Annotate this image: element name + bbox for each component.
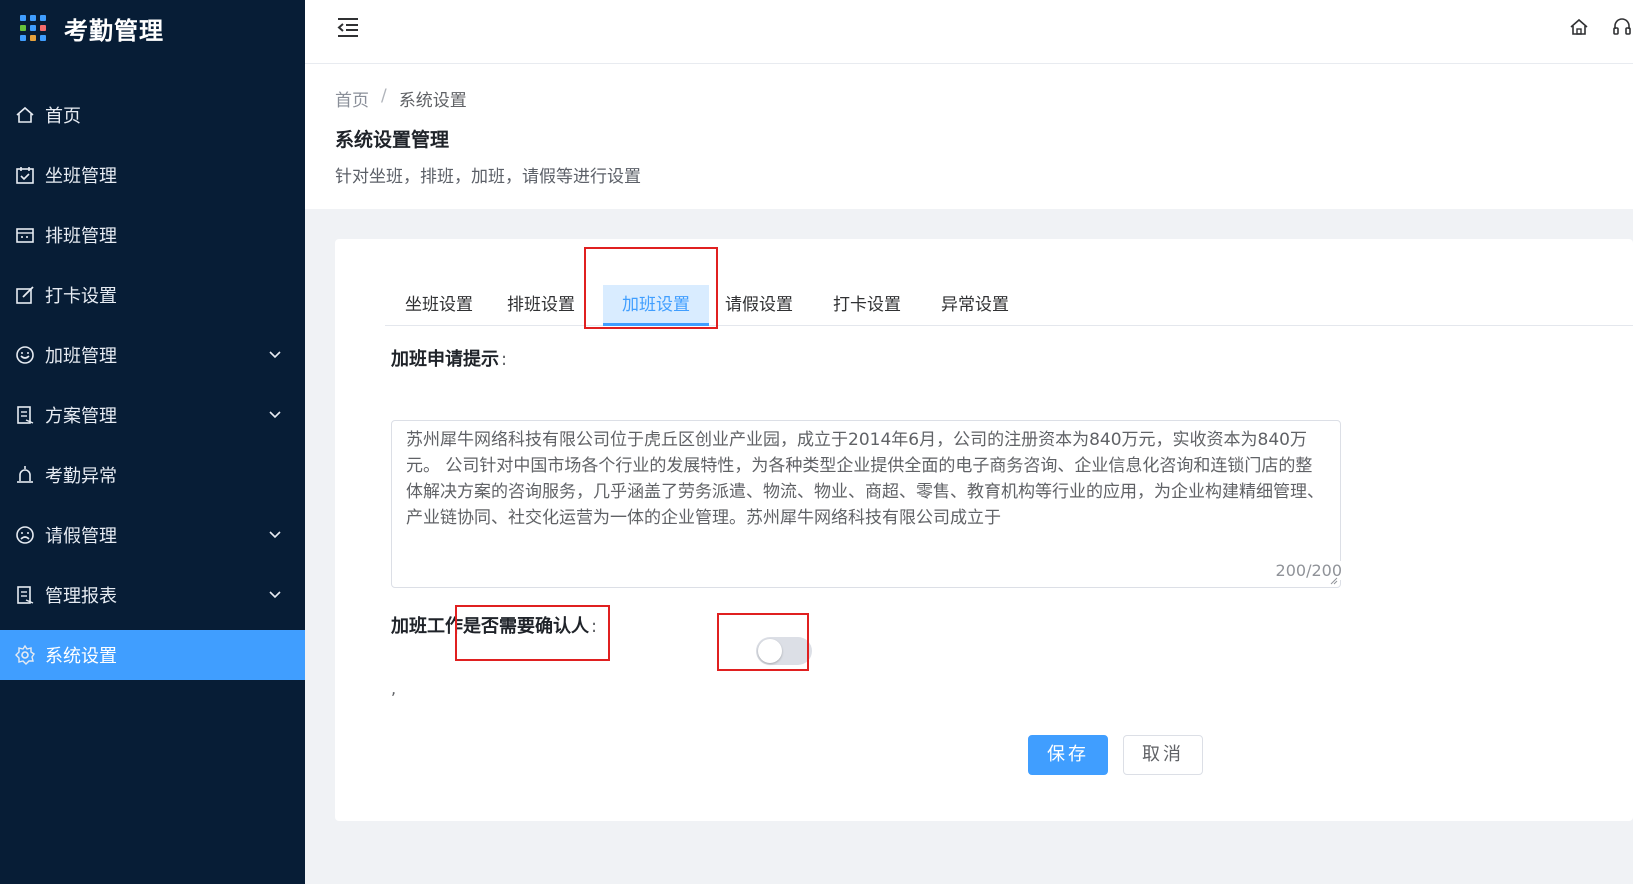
sidebar-item-label: 请假管理 [45, 526, 117, 547]
calendar-icon [16, 228, 34, 243]
chevron-down-icon[interactable] [267, 527, 283, 543]
sidebar-item-label: 考勤异常 [45, 466, 117, 487]
sidebar-item-label: 坐班管理 [45, 166, 117, 187]
highlight-box-overtime-tab [584, 247, 718, 329]
home-icon [16, 106, 34, 123]
sidebar-item[interactable]: 管理报表 [0, 570, 305, 620]
breadcrumb-current: 系统设置 [398, 91, 467, 111]
label-colon: : [501, 349, 508, 370]
tab-schedule-settings[interactable]: 排班设置 [495, 285, 587, 326]
menu-fold-icon[interactable] [335, 14, 361, 40]
highlight-box-confirm-label [455, 605, 610, 661]
tab-punch-settings[interactable]: 打卡设置 [813, 285, 921, 326]
app-title: 考勤管理 [64, 16, 164, 45]
logo-dot [40, 15, 46, 21]
sidebar-item[interactable]: 坐班管理 [0, 150, 305, 200]
sidebar-item[interactable]: 请假管理 [0, 510, 305, 560]
highlight-box-toggle [717, 613, 809, 671]
sidebar: 考勤管理 首页坐班管理排班管理打卡设置加班管理方案管理考勤异常请假管理管理报表系… [0, 0, 305, 884]
settings-tabs: 坐班设置 排班设置 加班设置 请假设置 打卡设置 异常设置 [385, 264, 1633, 326]
sidebar-item[interactable]: 首页 [0, 90, 305, 140]
sidebar-menu: 首页坐班管理排班管理打卡设置加班管理方案管理考勤异常请假管理管理报表系统设置 [0, 90, 305, 690]
chevron-down-icon[interactable] [267, 407, 283, 423]
textarea-content: 苏州犀牛网络科技有限公司位于虎丘区创业产业园，成立于2014年6月，公司的注册资… [406, 430, 1324, 528]
page-title: 系统设置管理 [335, 129, 450, 151]
breadcrumb-home-link[interactable]: 首页 [335, 86, 369, 111]
page-header: 首页 / 系统设置 系统设置管理 针对坐班，排班，加班，请假等进行设置 [305, 64, 1633, 209]
sidebar-item-label: 加班管理 [45, 346, 117, 367]
logo-dot [30, 35, 36, 41]
logo-dot [20, 35, 26, 41]
app-logo[interactable]: 考勤管理 [20, 8, 164, 48]
sidebar-item-label: 打卡设置 [45, 286, 117, 307]
logo-dot [20, 15, 26, 21]
overtime-tip-textarea[interactable]: 苏州犀牛网络科技有限公司位于虎丘区创业产业园，成立于2014年6月，公司的注册资… [391, 420, 1342, 588]
chevron-down-icon[interactable] [267, 347, 283, 363]
home-icon[interactable] [1568, 16, 1590, 38]
logo-dot [40, 25, 46, 31]
sad-face-icon [16, 526, 34, 544]
sidebar-item[interactable]: 加班管理 [0, 330, 305, 380]
tab-exception-settings[interactable]: 异常设置 [921, 285, 1029, 326]
sidebar-item[interactable]: 方案管理 [0, 390, 305, 440]
tab-sit-settings[interactable]: 坐班设置 [385, 285, 493, 326]
edit-icon [16, 286, 34, 304]
sidebar-item-label: 首页 [45, 106, 81, 127]
chevron-down-icon[interactable] [267, 587, 283, 603]
sidebar-item[interactable]: 打卡设置 [0, 270, 305, 320]
sidebar-item[interactable]: 排班管理 [0, 210, 305, 260]
page-description: 针对坐班，排班，加班，请假等进行设置 [335, 167, 641, 187]
settings-card: 坐班设置 排班设置 加班设置 请假设置 打卡设置 异常设置 加班申请提示: 苏州… [335, 239, 1633, 821]
breadcrumb-separator: / [381, 86, 387, 106]
document-icon [17, 406, 34, 424]
save-button[interactable]: 保存 [1028, 735, 1108, 775]
sidebar-item[interactable]: 考勤异常 [0, 450, 305, 500]
breadcrumb: 首页 / 系统设置 [335, 86, 467, 111]
gear-icon [15, 644, 35, 665]
sidebar-item-label: 方案管理 [45, 406, 117, 427]
tab-leave-settings[interactable]: 请假设置 [705, 285, 813, 326]
cancel-button[interactable]: 取消 [1123, 735, 1203, 775]
logo-dot [30, 25, 36, 31]
overtime-tip-label-text: 加班申请提示 [391, 349, 499, 370]
smile-icon [16, 346, 34, 364]
sidebar-item-label: 系统设置 [45, 646, 117, 667]
top-header [305, 0, 1633, 64]
report-icon [17, 586, 34, 604]
logo-dot [30, 15, 36, 21]
sidebar-item-label: 管理报表 [45, 586, 117, 607]
alarm-icon [17, 466, 33, 483]
stray-mark: , [391, 679, 397, 698]
resize-grip-icon[interactable] [1330, 577, 1338, 585]
logo-dot [40, 35, 46, 41]
calendar-check-icon [16, 167, 34, 184]
logo-dot [20, 25, 26, 31]
headset-icon[interactable] [1611, 16, 1633, 38]
sidebar-item[interactable]: 系统设置 [0, 630, 305, 680]
sidebar-item-label: 排班管理 [45, 226, 117, 247]
apps-grid-icon [20, 15, 46, 41]
overtime-tip-label: 加班申请提示: [391, 345, 507, 371]
